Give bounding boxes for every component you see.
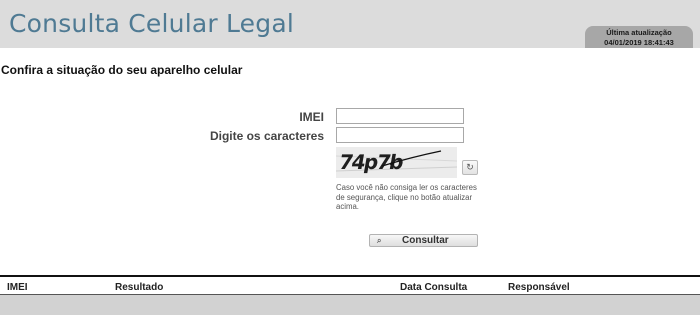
table-row	[0, 295, 700, 315]
consultar-button[interactable]: ⌕ Consultar	[369, 234, 478, 247]
captcha-help-text: Caso você não consiga ler os caracteres …	[336, 183, 477, 211]
captcha-input[interactable]	[336, 127, 464, 143]
imei-label: IMEI	[299, 110, 324, 124]
last-update-box: Última atualização 04/01/2019 18:41:43	[585, 26, 693, 48]
captcha-label: Digite os caracteres	[209, 129, 324, 143]
column-header-resultado: Resultado	[115, 282, 164, 293]
column-header-responsavel: Responsável	[508, 282, 570, 293]
search-icon: ⌕	[377, 236, 382, 245]
captcha-image: 74p7b	[336, 147, 457, 178]
refresh-icon: ↻	[466, 162, 474, 172]
refresh-captcha-button[interactable]: ↻	[462, 160, 478, 175]
column-header-imei: IMEI	[7, 282, 28, 293]
last-update-datetime: 04/01/2019 18:41:43	[604, 38, 674, 47]
last-update-label: Última atualização	[606, 28, 672, 37]
app-header: Consulta Celular Legal Última atualizaçã…	[0, 0, 700, 48]
app-title: Consulta Celular Legal	[9, 9, 295, 38]
column-header-data-consulta: Data Consulta	[400, 282, 468, 293]
consultar-label: Consultar	[402, 235, 449, 246]
captcha-graphic: 74p7b	[336, 147, 457, 178]
page-heading: Confira a situação do seu aparelho celul…	[1, 63, 243, 77]
imei-input[interactable]	[336, 108, 464, 124]
table-top-border	[0, 275, 700, 277]
